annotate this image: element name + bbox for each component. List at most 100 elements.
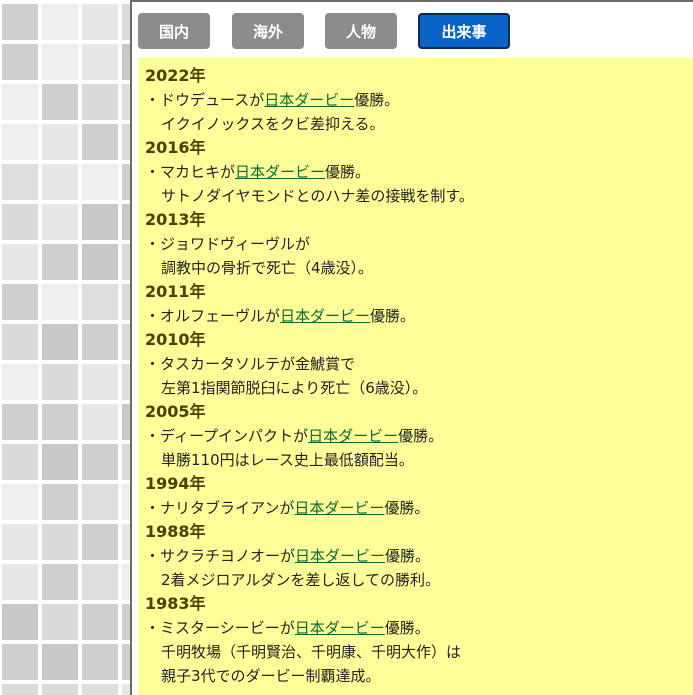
checker-cell [122, 244, 130, 280]
checker-cell [42, 324, 78, 360]
event-item: ・ドウデュースが日本ダービー優勝。 [145, 88, 693, 112]
event-item: ・タスカータソルテが金鯱賞で [145, 352, 693, 376]
event-text: ・ナリタブライアンが [145, 499, 295, 517]
event-text-suffix: 優勝。 [385, 547, 431, 565]
event-detail: 調教中の骨折で死亡（4歳没）。 [161, 259, 374, 277]
race-link[interactable]: 日本ダービー [295, 547, 385, 565]
checker-cell [82, 44, 118, 80]
event-text: ・オルフェーヴルが [145, 307, 281, 325]
checker-cell [2, 564, 38, 600]
race-link[interactable]: 日本ダービー [295, 619, 385, 637]
race-link[interactable]: 日本ダービー [280, 307, 370, 325]
checker-cell [122, 484, 130, 520]
checker-cell [82, 84, 118, 120]
checker-cell [2, 644, 38, 680]
checker-cell [122, 564, 130, 600]
event-text-suffix: 優勝。 [384, 499, 430, 517]
event-year: 2016年 [145, 138, 206, 157]
checker-cell [122, 684, 130, 695]
event-text: ・サクラチヨノオーが [145, 547, 296, 565]
event-year: 2005年 [145, 402, 206, 421]
checker-cell [82, 4, 118, 40]
event-item: ・マカヒキが日本ダービー優勝。 [145, 160, 693, 184]
checker-cell [2, 444, 38, 480]
tab-events[interactable]: 出来事 [418, 13, 510, 49]
race-link[interactable]: 日本ダービー [308, 427, 398, 445]
event-detail: 千明牧場（千明賢治、千明康、千明大作）は [161, 643, 462, 661]
checker-cell [122, 284, 130, 320]
checker-cell [2, 524, 38, 560]
checker-cell [82, 684, 118, 695]
event-year: 2013年 [145, 210, 206, 229]
checker-cell [2, 4, 38, 40]
event-year: 2011年 [145, 282, 206, 301]
event-item: ・オルフェーヴルが日本ダービー優勝。 [145, 304, 693, 328]
event-detail: サトノダイヤモンドとのハナ差の接戦を制す。 [161, 187, 474, 205]
checker-cell [82, 204, 118, 240]
race-link[interactable]: 日本ダービー [294, 499, 384, 517]
checker-cell [2, 124, 38, 160]
checker-cell [122, 124, 130, 160]
event-detail: 2着メジロアルダンを差し返しての勝利。 [161, 571, 440, 589]
checker-cell [122, 644, 130, 680]
event-text: ・ディープインパクトが [145, 427, 309, 445]
checker-cell [42, 644, 78, 680]
events-panel: 2022年 ・ドウデュースが日本ダービー優勝。 イクイノックスをクビ差抑える。 201… [138, 58, 693, 695]
checker-cell [42, 124, 78, 160]
event-text-suffix: 優勝。 [384, 619, 430, 637]
tab-people[interactable]: 人物 [325, 13, 397, 49]
event-item: ・ナリタブライアンが日本ダービー優勝。 [145, 496, 693, 520]
checker-cell [82, 404, 118, 440]
checker-cell [82, 564, 118, 600]
tab-domestic[interactable]: 国内 [138, 13, 210, 49]
checker-cell [42, 244, 78, 280]
event-year: 1988年 [145, 522, 206, 541]
checker-cell [2, 364, 38, 400]
checker-cell [82, 444, 118, 480]
checker-cell [122, 364, 130, 400]
checker-cell [42, 604, 78, 640]
checker-cell [2, 284, 38, 320]
checker-cell [42, 564, 78, 600]
event-item: ・サクラチヨノオーが日本ダービー優勝。 [145, 544, 693, 568]
checker-cell [82, 124, 118, 160]
checker-cell [82, 524, 118, 560]
events-list: 2022年 ・ドウデュースが日本ダービー優勝。 イクイノックスをクビ差抑える。 201… [138, 58, 693, 688]
panel-divider [130, 0, 132, 695]
checker-cell [42, 4, 78, 40]
checker-cell [122, 4, 130, 40]
race-link[interactable]: 日本ダービー [264, 91, 354, 109]
event-detail: 単勝110円はレース史上最低額配当。 [161, 451, 414, 469]
checker-cell [122, 444, 130, 480]
event-item: ・ミスターシービーが日本ダービー優勝。 [145, 616, 693, 640]
event-item: ・ディープインパクトが日本ダービー優勝。 [145, 424, 693, 448]
checker-cell [122, 164, 130, 200]
checker-cell [42, 444, 78, 480]
tab-bar: 国内 海外 人物 出来事 [132, 0, 693, 58]
checker-cell [2, 604, 38, 640]
event-text-suffix: 優勝。 [398, 427, 444, 445]
checker-cell [42, 204, 78, 240]
event-text: ・タスカータソルテが金鯱賞で [145, 355, 356, 373]
checker-cell [122, 204, 130, 240]
checker-cell [122, 44, 130, 80]
checker-cell [122, 604, 130, 640]
race-link[interactable]: 日本ダービー [235, 163, 325, 181]
event-text: ・ドウデュースが [145, 91, 265, 109]
checker-cell [42, 684, 78, 695]
event-detail: 親子3代でのダービー制覇達成。 [161, 667, 381, 685]
checker-cell [42, 364, 78, 400]
checker-cell [2, 204, 38, 240]
event-text-suffix: 優勝。 [370, 307, 416, 325]
checker-cell [82, 364, 118, 400]
event-year: 1994年 [145, 474, 206, 493]
checker-cell [2, 244, 38, 280]
checker-cell [2, 404, 38, 440]
checker-cell [82, 644, 118, 680]
event-year: 1983年 [145, 594, 206, 613]
checker-cell [82, 284, 118, 320]
checker-cell [122, 404, 130, 440]
tab-overseas[interactable]: 海外 [232, 13, 304, 49]
checker-cell [122, 324, 130, 360]
checker-cell [42, 164, 78, 200]
